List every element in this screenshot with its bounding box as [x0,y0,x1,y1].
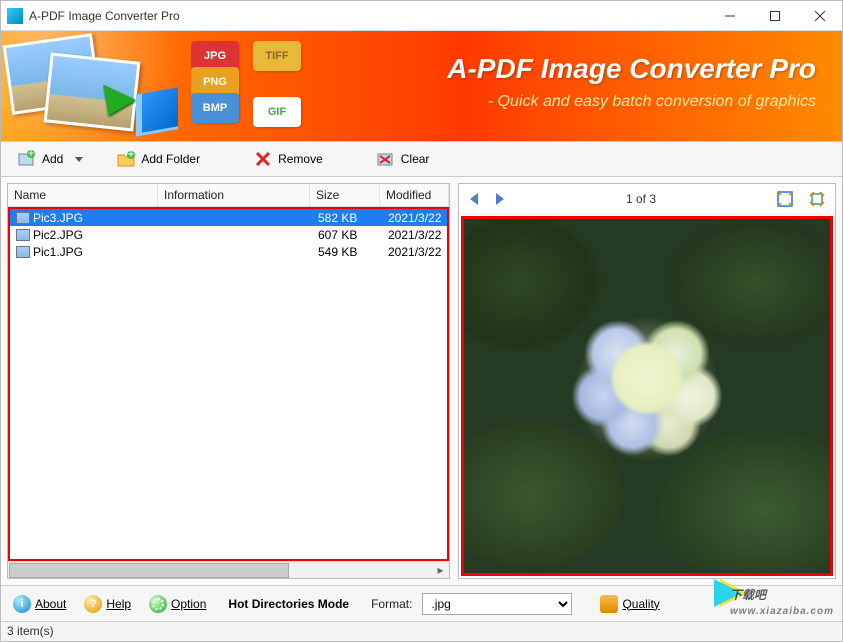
file-list-rows[interactable]: Pic3.JPG 582 KB 2021/3/22 1 Pic2.JPG 607… [8,207,449,561]
banner-formats-col2: TIFF GIF [253,41,301,123]
remove-icon [254,150,272,168]
banner-formats-col1: JPG PNG BMP [191,41,239,119]
quality-button[interactable]: Quality [596,593,663,615]
add-folder-label: Add Folder [141,152,200,166]
file-list-header: Name Information Size Modified [8,184,449,207]
svg-text:+: + [27,150,34,160]
col-information[interactable]: Information [158,184,310,206]
info-icon: i [13,595,31,613]
add-folder-button[interactable]: + Add Folder [108,146,209,172]
table-row[interactable]: Pic3.JPG 582 KB 2021/3/22 1 [10,209,447,226]
title-bar: A-PDF Image Converter Pro [1,1,842,31]
next-image-button[interactable] [493,192,507,206]
main-toolbar: + Add + Add Folder Remove Clear [1,141,842,177]
app-icon [7,8,23,24]
svg-text:+: + [128,150,135,161]
gear-icon [149,595,167,613]
preview-toolbar: 1 of 3 [459,184,835,214]
actual-size-button[interactable] [807,189,827,209]
table-row[interactable]: Pic2.JPG 607 KB 2021/3/22 1 [10,226,447,243]
mode-label[interactable]: Hot Directories Mode [228,597,349,611]
clear-label: Clear [401,152,430,166]
preview-image[interactable] [461,216,833,576]
image-file-icon [16,229,30,241]
add-image-icon: + [18,150,36,168]
scrollbar-thumb[interactable] [9,563,289,578]
clear-icon [377,150,395,168]
format-label: Format: [371,597,412,611]
preview-counter: 1 of 3 [519,192,763,206]
add-button-label: Add [42,152,63,166]
play-icon [714,579,742,607]
close-button[interactable] [797,1,842,31]
quality-icon [600,595,618,613]
image-file-icon [16,246,30,258]
horizontal-scrollbar[interactable]: ▸ [8,561,449,578]
clear-button[interactable]: Clear [368,146,439,172]
preview-image-content [464,219,830,573]
remove-label: Remove [278,152,323,166]
bottom-toolbar: i About ? Help Option Hot Directories Mo… [1,585,842,621]
banner-cube-icon [136,87,178,136]
banner-title: A-PDF Image Converter Pro [447,53,816,85]
scroll-right-icon[interactable]: ▸ [432,562,449,579]
status-text: 3 item(s) [7,624,54,638]
image-file-icon [16,212,30,224]
add-button[interactable]: + Add [9,146,92,172]
option-button[interactable]: Option [145,593,210,615]
prev-image-button[interactable] [467,192,481,206]
format-select[interactable]: .jpg [422,593,572,615]
banner-tagline: - Quick and easy batch conversion of gra… [488,93,816,111]
banner: JPG PNG BMP TIFF GIF A-PDF Image Convert… [1,31,842,141]
chevron-down-icon[interactable] [75,157,83,162]
preview-pane: 1 of 3 [458,183,836,579]
col-name[interactable]: Name [8,184,158,206]
maximize-button[interactable] [752,1,797,31]
remove-button[interactable]: Remove [245,146,332,172]
file-list-pane: Name Information Size Modified Pic3.JPG … [7,183,450,579]
folder-plus-icon: + [117,150,135,168]
window-title: A-PDF Image Converter Pro [29,9,707,23]
status-bar: 3 item(s) [1,621,842,641]
minimize-button[interactable] [707,1,752,31]
main-area: Name Information Size Modified Pic3.JPG … [1,177,842,585]
help-button[interactable]: ? Help [80,593,135,615]
help-icon: ? [84,595,102,613]
col-modified[interactable]: Modified [380,184,449,206]
table-row[interactable]: Pic1.JPG 549 KB 2021/3/22 1 [10,243,447,260]
col-size[interactable]: Size [310,184,380,206]
about-button[interactable]: i About [9,593,70,615]
fit-window-button[interactable] [775,189,795,209]
